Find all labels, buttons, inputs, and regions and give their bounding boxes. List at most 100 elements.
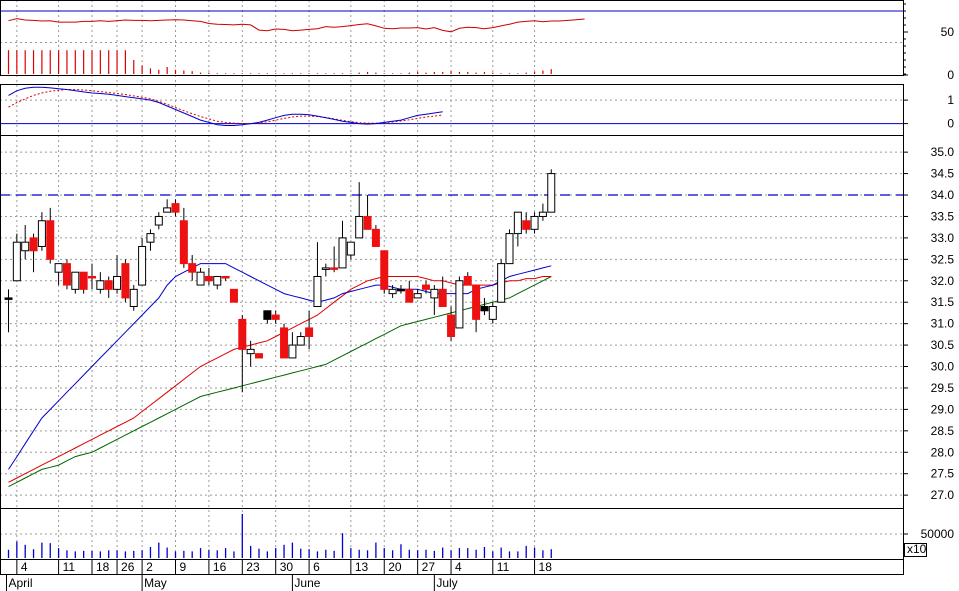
candle-body [538,211,547,217]
date-tick-label: 26 [121,560,135,574]
candle-body [488,305,497,320]
candle-body [129,288,138,307]
candle-body [480,305,489,312]
month-label: June [294,576,320,590]
candle-body [29,237,38,252]
candle-body [88,275,96,279]
price-tick-label: 28.0 [931,445,955,459]
price-tick-label: 30.0 [931,360,955,374]
candle-body [46,220,55,260]
price-tick-label: 34.0 [931,188,955,202]
candle-body [62,263,71,286]
volume-tick-label: 50000 [921,527,955,541]
candle-body [422,284,430,290]
rsi-tick-label: 0 [947,68,954,82]
candle-body [338,237,347,269]
price-tick-label: 30.5 [931,338,955,352]
date-tick-label: 13 [355,560,369,574]
month-label: April [9,576,33,590]
candle-body [522,220,531,230]
price-tick-label: 35.0 [931,145,955,159]
date-tick-label: 20 [388,560,402,574]
date-tick-label: 16 [213,560,227,574]
month-label: May [144,576,167,590]
candle-body [396,288,405,292]
candle-body [288,344,297,359]
stock-chart: 35.0 34.5 34.0 33.5 33.0 32.5 32.0 31.5 31.0 30.5… [0,0,959,591]
candle-body [238,318,247,350]
candle-body [497,263,506,303]
macd-tick-label: 0 [947,117,954,131]
price-tick-label: 33.0 [931,231,955,245]
price-tick-label: 31.5 [931,295,955,309]
candle-body [363,215,372,230]
price-tick-label: 29.5 [931,381,955,395]
candle-body [221,275,230,279]
candle-body [96,280,105,290]
candle-body [213,275,222,286]
price-tick-label: 34.5 [931,167,955,181]
candle-body [12,241,21,282]
price-tick-label: 32.5 [931,252,955,266]
candle-body [271,314,280,320]
date-tick-label: 9 [180,560,187,574]
candle-body [547,173,556,213]
candle-body [4,297,13,300]
candle-body [355,215,364,239]
candle-body [430,288,439,299]
price-tick-label: 33.5 [931,209,955,223]
date-tick-label: 30 [280,560,294,574]
candle-body [263,310,272,320]
date-tick-label: 6 [313,560,320,574]
candle-body [530,215,539,230]
candle-body [146,233,155,243]
price-tick-label: 29.0 [931,402,955,416]
candle-body [54,263,63,273]
price-tick-label: 32.0 [931,274,955,288]
date-tick-label: 18 [96,560,110,574]
candle-body [154,215,163,226]
candle-body [330,267,339,270]
candle-body [413,293,422,299]
candle-body [388,288,397,295]
candle-body [188,263,197,273]
date-tick-label: 11 [63,560,76,574]
volume-multiplier-label: x10 [907,542,927,556]
candle-body [204,275,213,282]
candle-body [455,280,464,329]
date-tick-label: 4 [21,560,28,574]
candle-body [513,211,522,235]
date-tick-label: 18 [539,560,553,574]
candle-body [447,314,456,338]
candle-body [196,271,205,286]
candle-body [305,327,314,338]
candle-body [371,228,380,247]
candle-body [405,288,414,303]
candle-body [246,348,255,355]
price-tick-label: 27.0 [931,488,955,502]
candle-body [171,203,180,213]
price-tick-label: 31.0 [931,317,955,331]
candle-body [313,275,322,307]
date-tick-label: 27 [422,560,436,574]
candle-body [255,353,263,359]
candle-body [229,288,238,303]
candle-body [380,250,389,290]
rsi-tick-label: 50 [941,25,955,39]
date-tick-label: 4 [455,560,462,574]
candle-body [138,245,147,286]
date-tick-label: 23 [246,560,260,574]
candle-body [438,288,447,307]
date-tick-label: 2 [146,560,153,574]
candle-body [104,280,113,290]
price-tick-label: 28.5 [931,424,955,438]
month-label: July [436,576,457,590]
candle-body [79,271,88,290]
candle-body [472,284,481,320]
candle-body [280,327,289,359]
date-tick-label: 11 [497,560,510,574]
candle-body [505,233,514,265]
candle-body [321,267,330,270]
candle-body [113,275,122,290]
candle-body [71,271,80,290]
